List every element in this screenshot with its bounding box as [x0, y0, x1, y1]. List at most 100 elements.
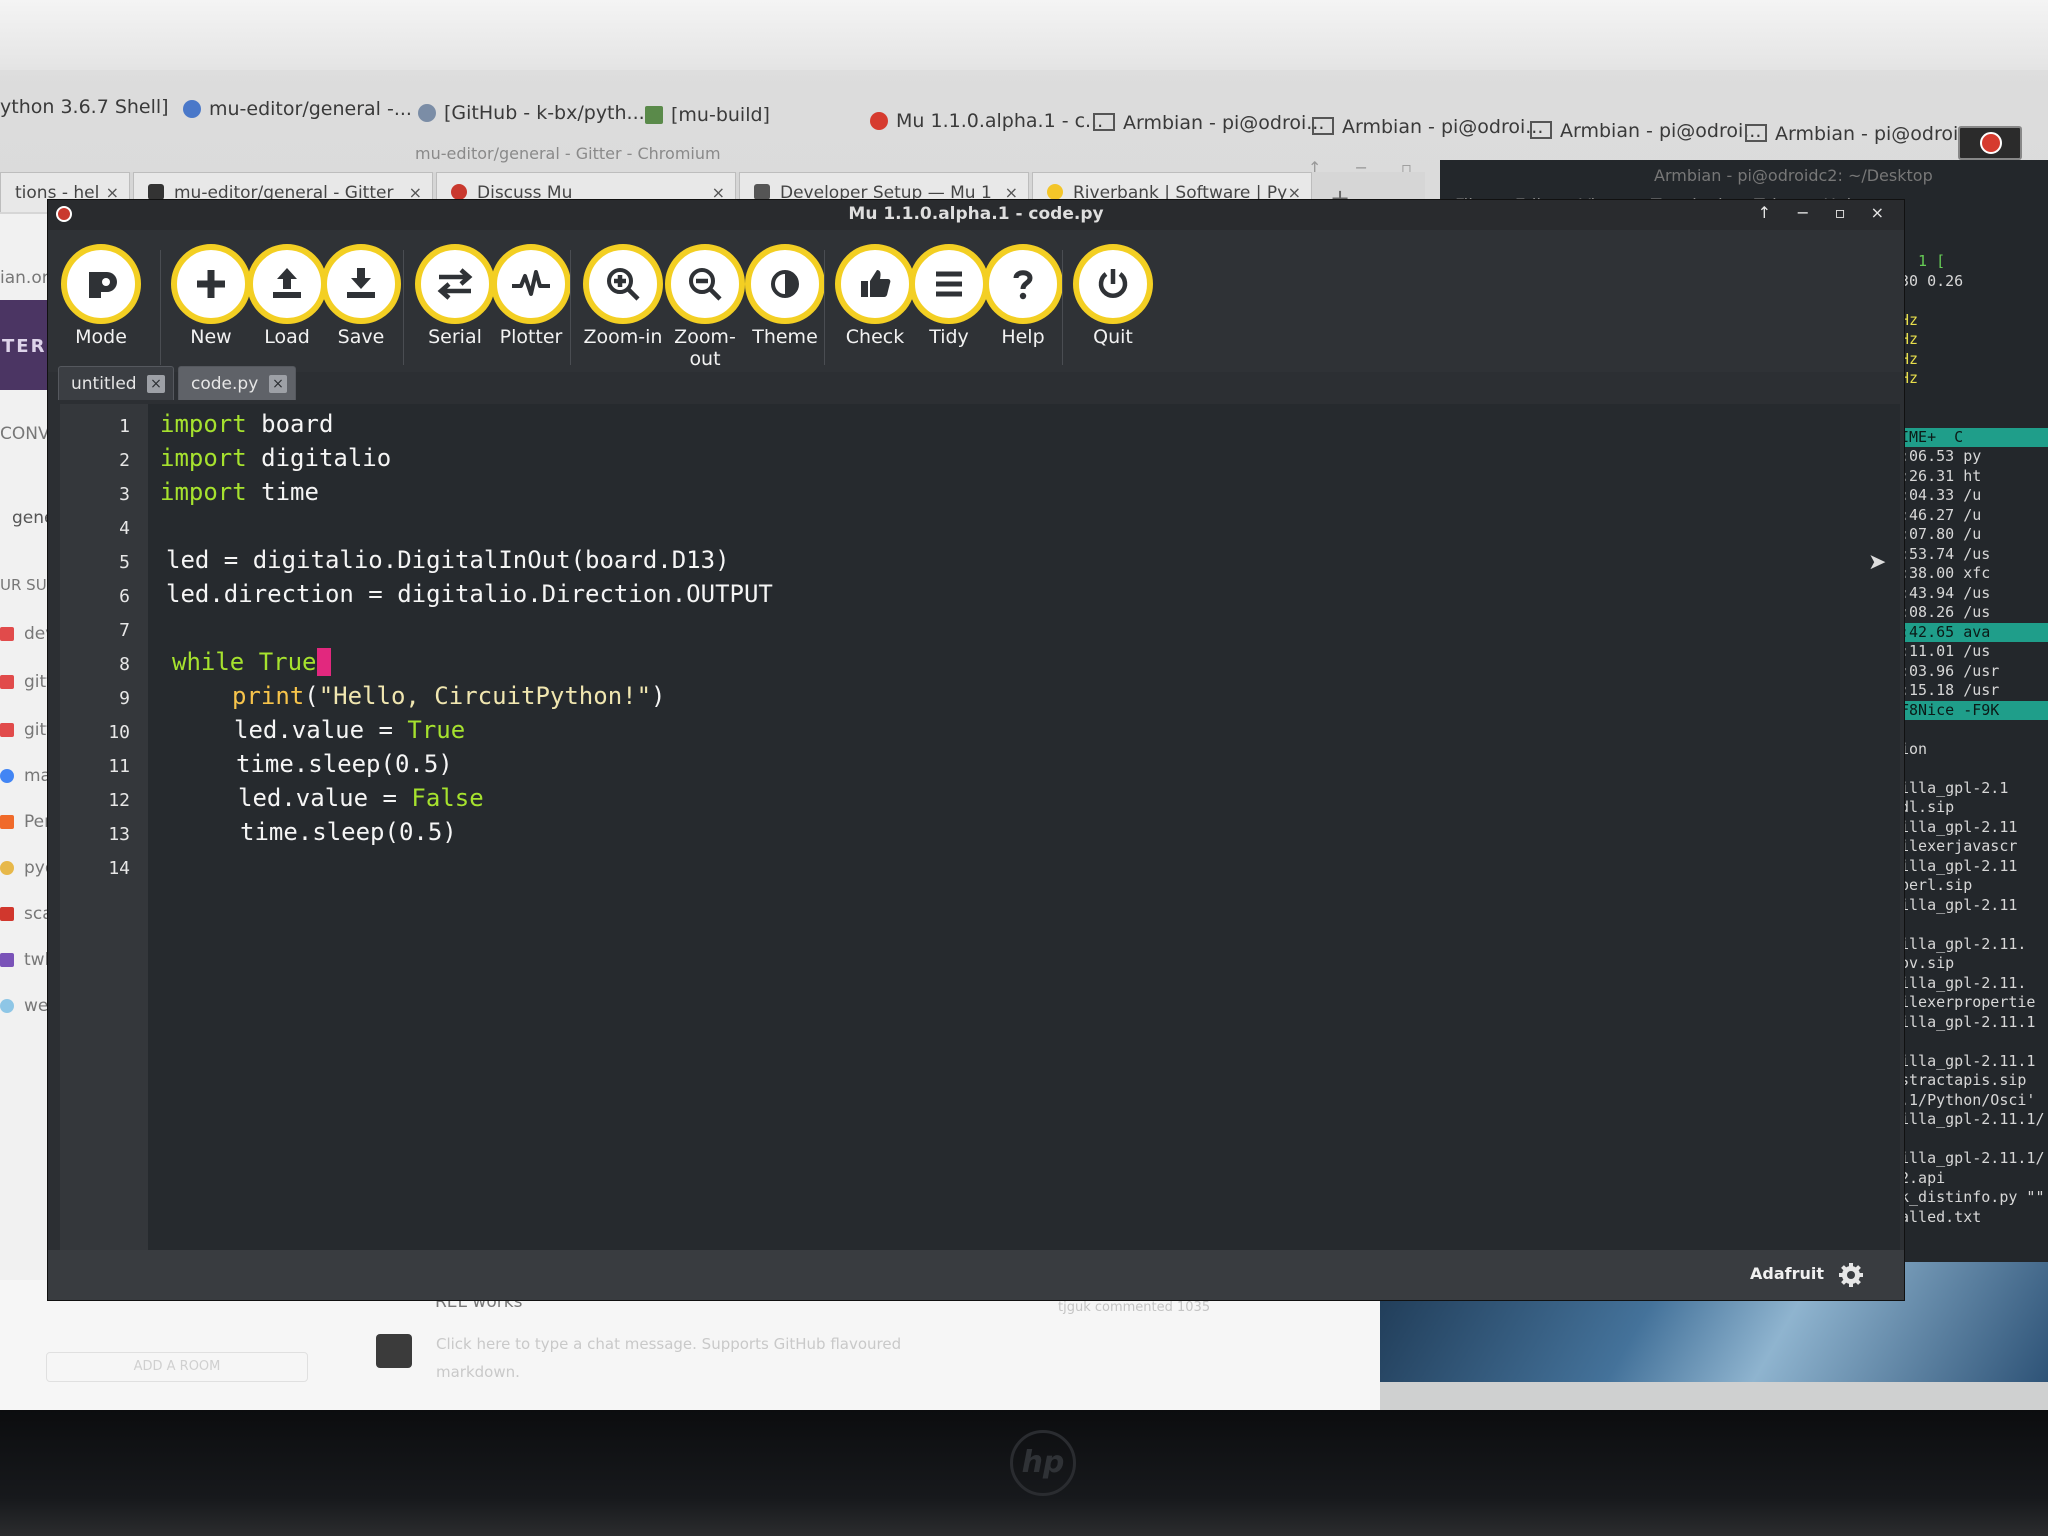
terminal-line: 30 0.26 [1900, 271, 1964, 290]
taskbar-item[interactable]: Armbian - pi@odroi... [1530, 120, 1761, 142]
terminal-line: dl.sip [1900, 798, 1955, 816]
keyword: import [160, 478, 247, 506]
taskbar-item-label: mu-editor/general -... [209, 98, 412, 120]
terminal-line: illa_gpl-2.11.1 [1900, 1051, 2036, 1070]
tab-code-py[interactable]: code.py × [178, 366, 296, 400]
mu-editor-window: Mu 1.1.0.alpha.1 - code.py ↑ − ▫ × Mode … [48, 200, 1904, 1300]
taskbar-item-label: Armbian - pi@odroi... [1123, 112, 1325, 134]
zoom-in-icon [583, 244, 663, 324]
line-number: 2 [119, 450, 130, 471]
terminal-line: :04.33 /u [1900, 486, 1982, 504]
terminal-line: Hz [1900, 310, 1919, 329]
terminal-line: k_distinfo.py "" [1900, 1188, 2045, 1206]
close-icon[interactable]: × [269, 375, 287, 393]
mu-titlebar[interactable]: Mu 1.1.0.alpha.1 - code.py ↑ − ▫ × [48, 200, 1904, 231]
terminal-line: illa_gpl-2.1 [1900, 778, 2009, 797]
code-line: print("Hello, CircuitPython!") [232, 682, 666, 710]
room-icon [0, 675, 14, 689]
code-line: led.value = True [234, 716, 465, 744]
save-button[interactable]: Save [316, 244, 406, 348]
zoom-in-button[interactable]: Zoom-in [578, 244, 668, 348]
code-token: time [246, 478, 319, 506]
code-token: board [246, 410, 334, 438]
text-cursor: : [316, 648, 331, 676]
taskbar-item[interactable]: Armbian - pi@odroi... [1093, 112, 1324, 134]
help-button[interactable]: Help [978, 244, 1068, 348]
taskbar-item[interactable]: [mu-build] [645, 104, 770, 126]
terminal-line: 2.api [1900, 1168, 1946, 1187]
python-icon [0, 861, 14, 875]
terminal-line: :11.01 /us [1900, 642, 1991, 660]
taskbar-item[interactable]: ython 3.6.7 Shell] [0, 96, 169, 118]
chromium-icon [418, 104, 436, 122]
zoom-out-button[interactable]: Zoom-out [660, 244, 750, 370]
terminal-line: :42.65 ava [1900, 622, 2048, 642]
theme-button[interactable]: Theme [740, 244, 830, 348]
terminal-line: illa_gpl-2.11.1 [1900, 1012, 2036, 1031]
line-number: 7 [119, 620, 130, 641]
status-bar: Adafruit [48, 1250, 1904, 1300]
terminal-line: IME+ C [1900, 427, 2048, 447]
mode-button[interactable]: Mode [56, 244, 146, 348]
chat-input[interactable]: Click here to type a chat message. Suppo… [436, 1330, 956, 1386]
terminal-line: ov.sip [1900, 954, 1955, 972]
taskbar-item-label: Armbian - pi@odroi... [1342, 116, 1544, 138]
string-literal: "Hello, CircuitPython!" [318, 682, 652, 710]
taskbar-item-label: [mu-build] [671, 104, 770, 126]
leaf-icon [645, 106, 663, 124]
window-controls[interactable]: ↑ − ▫ × [1758, 203, 1894, 222]
taskbar-item-label: [GitHub - k-bx/pyth... [444, 102, 645, 124]
zoom-out-icon [665, 244, 745, 324]
taskbar-item[interactable]: [GitHub - k-bx/pyth... [418, 102, 645, 124]
plotter-button[interactable]: Plotter [486, 244, 576, 348]
code-editor[interactable]: 1 2 3 4 5 6 7 8 9 10 11 12 13 14 import … [60, 404, 1900, 1250]
terminal-line: illa_gpl-2.11.1/ [1900, 1149, 2045, 1167]
terminal-line: .1/Python/Osci' [1900, 1090, 2036, 1109]
terminal-line: F8Nice -F9K [1900, 700, 2048, 720]
taskbar-item-label: Armbian - pi@odroi... [1560, 120, 1762, 142]
book-icon [754, 184, 770, 200]
taskbar-item-mu[interactable]: Mu 1.1.0.alpha.1 - c... [870, 110, 1103, 132]
taskbar-item-label: Armbian - pi@odroi... [1775, 123, 1977, 145]
taskbar-active-app-button[interactable] [1958, 126, 2022, 160]
screen-glare [0, 0, 2048, 70]
terminal-line: :07.80 /u [1900, 525, 1982, 543]
room-icon [0, 815, 14, 829]
code-line: while True: [172, 648, 331, 676]
line-number: 14 [108, 858, 130, 879]
quit-label: Quit [1093, 326, 1133, 348]
code-line: import time [160, 478, 319, 506]
chromium-window-title: mu-editor/general - Gitter - Chromium [415, 144, 721, 163]
quit-button[interactable]: Quit [1068, 244, 1158, 348]
terminal-line: Hz [1900, 349, 1919, 368]
taskbar-item-label: ython 3.6.7 Shell] [0, 96, 169, 118]
taskbar-item[interactable]: Armbian - pi@odroi... [1312, 116, 1543, 138]
gear-icon[interactable] [1838, 1262, 1864, 1288]
line-number: 9 [119, 688, 130, 709]
room-icon [0, 723, 14, 737]
taskbar-item[interactable]: Armbian - pi@odroi... [1745, 123, 1976, 145]
webpack-icon [0, 999, 14, 1013]
zoom-in-label: Zoom-in [583, 326, 663, 348]
close-icon[interactable]: × [147, 375, 165, 393]
tab-untitled[interactable]: untitled × [58, 366, 174, 400]
terminal-line: ion [1900, 739, 1928, 758]
pulse-icon [491, 244, 571, 324]
code-token: led.value = [238, 784, 412, 812]
code-line: import board [160, 410, 333, 438]
bootstrap-icon [0, 953, 14, 967]
terminal-line: ilexerjavascr [1900, 837, 2018, 855]
help-label: Help [1001, 326, 1045, 348]
terminal-line: :26.31 ht [1900, 466, 1982, 485]
add-room-button[interactable]: ADD A ROOM [46, 1352, 308, 1382]
code-line: led = digitalio.DigitalInOut(board.D13) [166, 546, 730, 574]
terminal-window-icon [1745, 124, 1767, 142]
taskbar-item[interactable]: mu-editor/general -... [183, 98, 412, 120]
theme-label: Theme [752, 326, 818, 348]
toolbar: Mode New Load Save Serial Plotter Zoom-i… [48, 230, 1904, 372]
